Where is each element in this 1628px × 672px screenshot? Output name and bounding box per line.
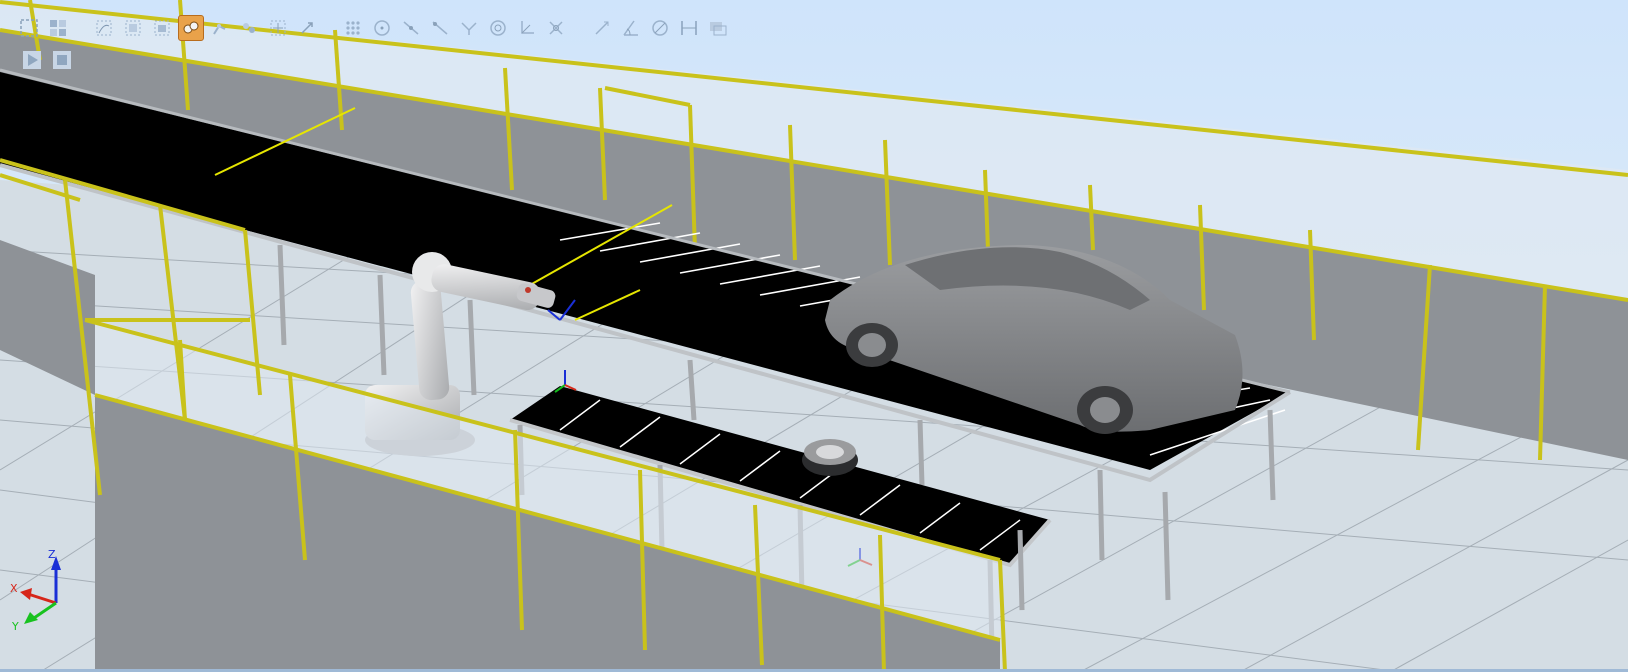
measure-angle-icon[interactable]	[618, 15, 644, 41]
select-surface-icon[interactable]	[120, 15, 146, 41]
3d-viewport[interactable]: Z X Y	[0, 0, 1628, 672]
snap-local-origin-icon[interactable]	[514, 15, 540, 41]
snap-object-icon[interactable]	[543, 15, 569, 41]
snap-grid-icon[interactable]	[340, 15, 366, 41]
play-icon[interactable]	[20, 48, 44, 72]
selection-filter-icon[interactable]	[45, 15, 71, 41]
axis-label-y: Y	[11, 620, 19, 633]
select-target-icon[interactable]	[265, 15, 291, 41]
select-mechanism-icon[interactable]	[207, 15, 233, 41]
scene-3d[interactable]	[0, 0, 1628, 672]
select-frame-icon[interactable]	[294, 15, 320, 41]
measure-diameter-icon[interactable]	[647, 15, 673, 41]
axis-triad: Z X Y	[6, 548, 76, 638]
select-group-icon[interactable]	[236, 15, 262, 41]
graphics-toolbar	[16, 12, 731, 44]
snap-midpoint-icon[interactable]	[398, 15, 424, 41]
snap-end-icon[interactable]	[456, 15, 482, 41]
tire	[802, 439, 858, 476]
measure-view-icon[interactable]	[705, 15, 731, 41]
stop-icon[interactable]	[50, 48, 74, 72]
axis-label-z: Z	[48, 548, 56, 561]
snap-edge-icon[interactable]	[427, 15, 453, 41]
select-body-icon[interactable]	[149, 15, 175, 41]
select-curve-icon[interactable]	[91, 15, 117, 41]
snap-gravity-icon[interactable]	[485, 15, 511, 41]
axis-label-x: X	[10, 582, 18, 595]
snap-center-icon[interactable]	[369, 15, 395, 41]
simulation-controls	[20, 48, 74, 72]
selection-box-icon[interactable]	[16, 15, 42, 41]
measure-minimum-icon[interactable]	[676, 15, 702, 41]
measure-distance-icon[interactable]	[589, 15, 615, 41]
select-part-icon[interactable]	[178, 15, 204, 41]
